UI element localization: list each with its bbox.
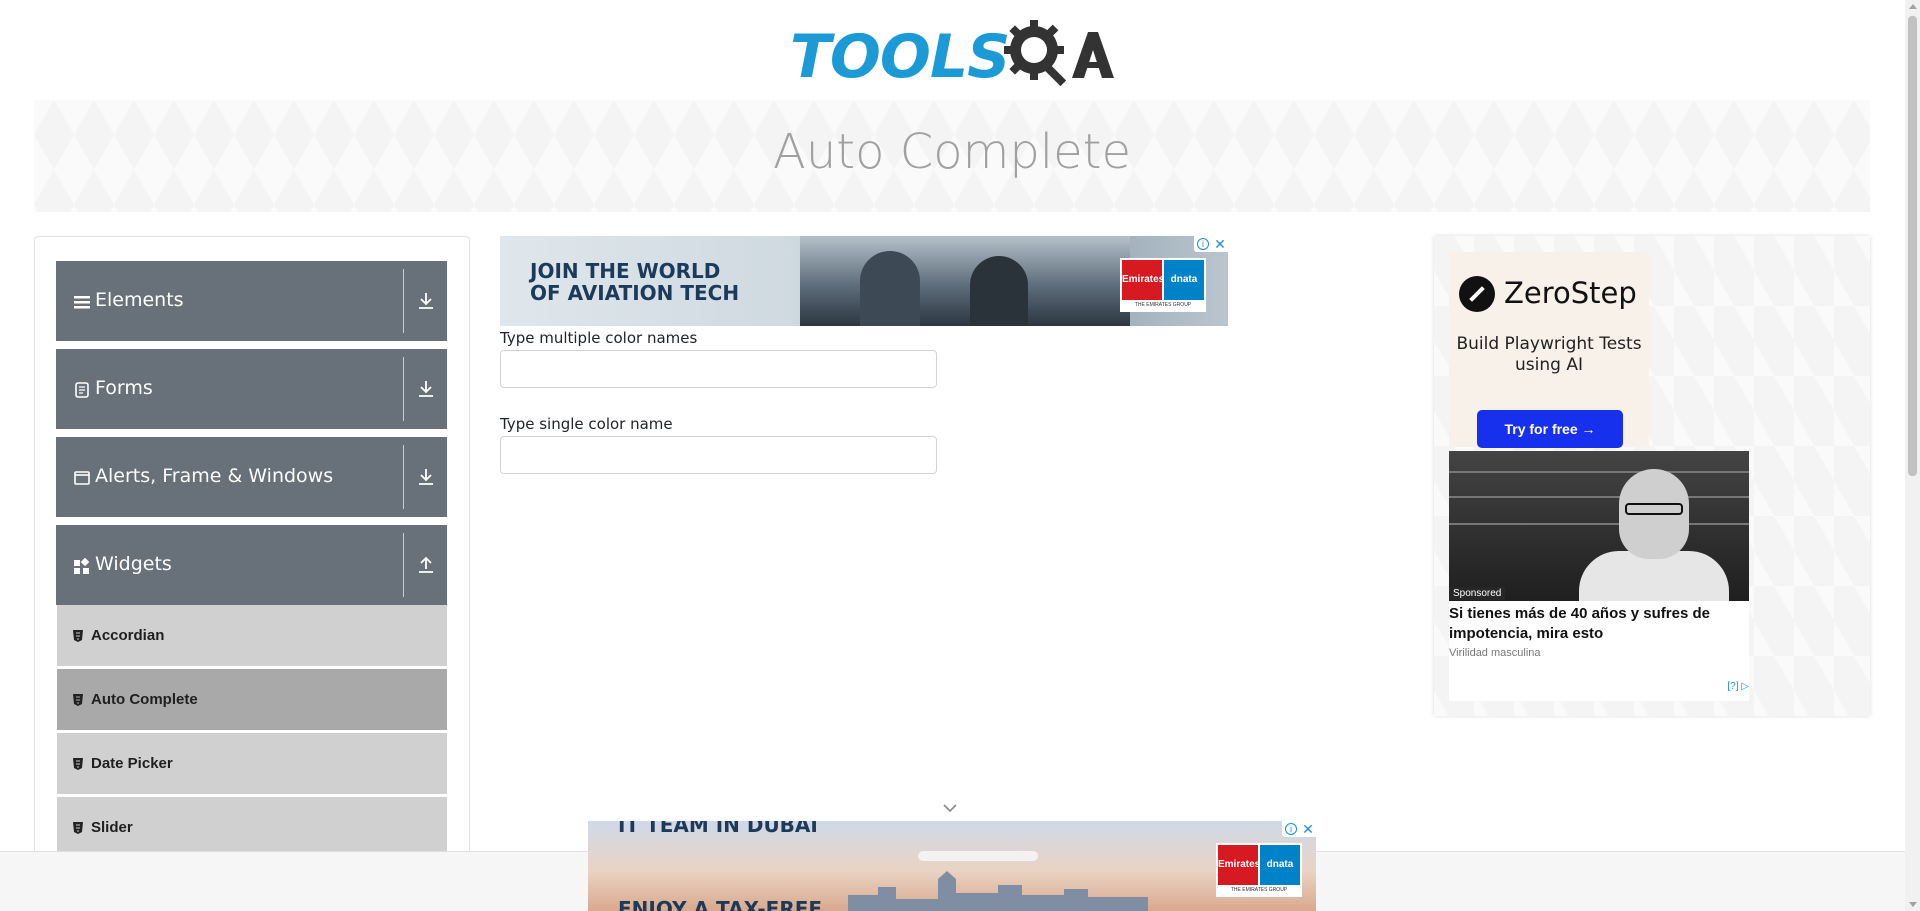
try-for-free-button[interactable]: Try for free → [1477, 410, 1623, 448]
background-shelf [1449, 471, 1749, 473]
ad-headline-line: JOIN THE WORLD [530, 259, 721, 283]
close-icon[interactable]: ✕ [1213, 236, 1227, 252]
ad-controls: i ✕ [1282, 821, 1316, 837]
brand-text: Emirates [1218, 859, 1261, 870]
brand-text: Emirates [1122, 274, 1165, 285]
html5-icon [73, 694, 83, 706]
multiple-color-input[interactable] [500, 350, 937, 388]
ad-person [860, 251, 920, 326]
multiple-color-label: Type multiple color names [500, 329, 698, 347]
ad-photo [800, 236, 1130, 326]
top-ad-banner[interactable]: JOIN THE WORLD OF AVIATION TECH Emirates… [500, 236, 1228, 326]
divider [403, 445, 404, 509]
chevron-down-icon[interactable] [943, 803, 957, 813]
right-ad-panel: ZeroStep Build Playwright Tests using AI… [1434, 236, 1870, 716]
brand-text: dnata [1170, 274, 1198, 285]
download-arrow-icon[interactable] [418, 468, 434, 486]
ad-person [970, 256, 1028, 326]
info-icon[interactable]: i [1197, 238, 1209, 250]
zerostep-ad[interactable]: ZeroStep Build Playwright Tests using AI… [1449, 252, 1649, 448]
zerostep-logo-icon [1459, 276, 1495, 312]
glasses [1625, 503, 1683, 515]
background-shelf [1449, 496, 1749, 498]
sidebar-item-label: Slider [91, 819, 133, 836]
logo-text: TOOLS [790, 22, 1010, 92]
close-icon[interactable]: ✕ [1301, 821, 1315, 837]
html5-icon [73, 630, 83, 642]
brand-subtitle: THE EMIRATES GROUP [1134, 302, 1192, 308]
dnata-logo: dnata [1260, 845, 1300, 885]
sponsored-image: Sponsored [1449, 451, 1749, 601]
background-shelf [1449, 523, 1749, 525]
ad-brand-name: ZeroStep [1504, 276, 1637, 310]
sidebar-group-label: Forms [95, 377, 153, 399]
ad-headline-line: ENJOY A TAX-FREE [618, 897, 823, 911]
scroll-down-icon[interactable] [1909, 902, 1917, 907]
sponsored-badge: Sponsored [1449, 587, 1506, 600]
sidebar-group-widgets[interactable]: Widgets [56, 525, 447, 605]
sidebar-item-label: Accordian [91, 627, 165, 644]
divider [403, 269, 404, 333]
sidebar-item-accordian[interactable]: Accordian [57, 605, 447, 667]
dnata-logo: dnata [1164, 260, 1204, 300]
gear-magnifier-icon [1004, 20, 1114, 87]
adchoices-help: [?] [1727, 681, 1739, 692]
vertical-scrollbar[interactable] [1905, 0, 1920, 911]
sidebar-group-elements[interactable]: Elements [56, 261, 447, 341]
window-icon [74, 471, 90, 485]
ad-headline-line: IT TEAM IN DUBAI [618, 821, 818, 837]
sidebar-item-slider[interactable]: Slider [57, 797, 447, 859]
info-icon[interactable]: i [1285, 823, 1297, 835]
sidebar: Elements Forms Alerts, Frame & Windows W… [34, 236, 470, 911]
single-color-input[interactable] [500, 436, 937, 474]
download-arrow-icon[interactable] [418, 380, 434, 398]
bottom-ad-banner[interactable]: IT TEAM IN DUBAI ENJOY A TAX-FREE Emirat… [588, 821, 1316, 911]
ad-headline-line: OF AVIATION TECH [530, 281, 740, 305]
sidebar-group-label: Elements [95, 289, 184, 311]
divider [403, 533, 404, 597]
ad-controls: i ✕ [1194, 236, 1228, 252]
sponsored-source: Virilidad masculina [1449, 647, 1541, 659]
sidebar-item-label: Date Picker [91, 755, 173, 772]
sidebar-group-label: Widgets [95, 553, 172, 575]
emirates-dnata-logo: Emirates dnata THE EMIRATES GROUP [1120, 258, 1206, 312]
sidebar-item-date-picker[interactable]: Date Picker [57, 733, 447, 795]
sidebar-group-alerts-frame-windows[interactable]: Alerts, Frame & Windows [56, 437, 447, 517]
dubai-skyline [848, 871, 1148, 911]
emirates-logo: Emirates [1122, 260, 1165, 300]
scroll-up-icon[interactable] [1909, 4, 1917, 9]
toolsqa-logo[interactable]: TOOLS [790, 14, 1120, 94]
hamburger-icon [74, 296, 90, 309]
brand-subtitle: THE EMIRATES GROUP [1230, 887, 1288, 893]
sponsored-ad[interactable]: Sponsored Si tienes más de 40 años y suf… [1449, 451, 1749, 701]
widgets-icon [74, 558, 90, 574]
download-arrow-icon[interactable] [418, 292, 434, 310]
document-icon [75, 382, 89, 398]
sidebar-item-label: Auto Complete [91, 691, 198, 708]
ad-tagline: Build Playwright Tests using AI [1456, 334, 1642, 375]
adchoices-icon[interactable]: [?] ▷ [1727, 681, 1749, 692]
emirates-logo: Emirates [1218, 845, 1261, 885]
emirates-dnata-logo: Emirates dnata THE EMIRATES GROUP [1216, 843, 1302, 897]
page-title: Auto Complete [772, 124, 1132, 180]
brand-text: dnata [1266, 859, 1294, 870]
ad-plane [918, 851, 1038, 861]
sponsored-title[interactable]: Si tienes más de 40 años y sufres de imp… [1449, 604, 1749, 644]
sidebar-item-auto-complete[interactable]: Auto Complete [57, 669, 447, 731]
html5-icon [73, 822, 83, 834]
upload-arrow-icon[interactable] [418, 556, 434, 574]
page-banner: Auto Complete [34, 100, 1870, 212]
scroll-thumb[interactable] [1908, 16, 1917, 476]
single-color-label: Type single color name [500, 415, 673, 433]
sidebar-group-label: Alerts, Frame & Windows [95, 465, 334, 487]
sidebar-group-forms[interactable]: Forms [56, 349, 447, 429]
divider [403, 357, 404, 421]
html5-icon [73, 758, 83, 770]
ad-headline: JOIN THE WORLD OF AVIATION TECH [530, 260, 739, 304]
